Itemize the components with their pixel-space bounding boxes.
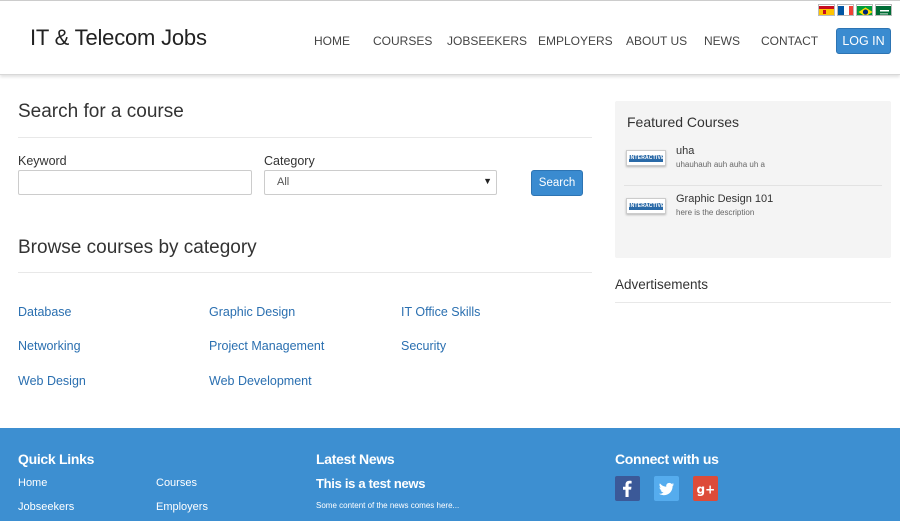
svg-text:g+: g+ bbox=[697, 483, 716, 497]
category-select-value: All bbox=[277, 176, 290, 188]
advertisements-heading: Advertisements bbox=[615, 277, 709, 292]
browse-heading: Browse courses by category bbox=[18, 237, 257, 258]
featured-courses-title: Featured Courses bbox=[627, 114, 740, 130]
chevron-down-icon: ▼ bbox=[483, 176, 492, 186]
footer-link-courses[interactable]: Courses bbox=[156, 477, 197, 489]
browse-divider bbox=[18, 272, 592, 273]
login-button[interactable]: LOG IN bbox=[836, 28, 891, 54]
category-link-database[interactable]: Database bbox=[18, 305, 72, 319]
course-name[interactable]: uha bbox=[676, 145, 694, 157]
course-description: uhauhauh auh auha uh a bbox=[676, 160, 765, 169]
brazil-flag-icon[interactable] bbox=[856, 4, 873, 16]
site-header: IT & Telecom Jobs HOME COURSES JOBSEEKER… bbox=[0, 0, 900, 75]
facebook-icon[interactable] bbox=[615, 476, 640, 501]
footer-link-home[interactable]: Home bbox=[18, 477, 47, 489]
nav-courses[interactable]: COURSES bbox=[373, 34, 432, 48]
category-select[interactable]: All ▼ bbox=[264, 170, 497, 195]
category-link-graphic-design[interactable]: Graphic Design bbox=[209, 305, 295, 319]
category-link-web-design[interactable]: Web Design bbox=[18, 374, 86, 388]
search-heading: Search for a course bbox=[18, 101, 184, 122]
main-nav: HOME COURSES JOBSEEKERS EMPLOYERS ABOUT … bbox=[0, 34, 900, 50]
category-label: Category bbox=[264, 154, 315, 168]
google-plus-icon[interactable]: g+ bbox=[693, 476, 718, 501]
category-link-project-management[interactable]: Project Management bbox=[209, 339, 324, 353]
site-footer: Quick Links Home Courses Jobseekers Empl… bbox=[0, 428, 900, 521]
category-link-networking[interactable]: Networking bbox=[18, 339, 81, 353]
news-item-body: Some content of the news comes here... bbox=[316, 501, 460, 510]
nav-about-us[interactable]: ABOUT US bbox=[626, 34, 687, 48]
nav-contact[interactable]: CONTACT bbox=[761, 34, 818, 48]
quick-links-heading: Quick Links bbox=[18, 451, 95, 467]
course-name[interactable]: Graphic Design 101 bbox=[676, 193, 773, 205]
keyword-input[interactable] bbox=[18, 170, 252, 195]
twitter-icon[interactable] bbox=[654, 476, 679, 501]
course-thumbnail[interactable]: INTERACTIVE bbox=[626, 198, 666, 214]
nav-home[interactable]: HOME bbox=[314, 34, 350, 48]
saudi-arabia-flag-icon[interactable] bbox=[875, 4, 892, 16]
france-flag-icon[interactable] bbox=[837, 4, 854, 16]
footer-link-employers[interactable]: Employers bbox=[156, 501, 208, 513]
connect-heading: Connect with us bbox=[615, 451, 719, 467]
featured-divider bbox=[624, 185, 882, 186]
category-link-it-office-skills[interactable]: IT Office Skills bbox=[401, 305, 480, 319]
search-button[interactable]: Search bbox=[531, 170, 583, 196]
featured-courses-panel: Featured Courses INTERACTIVE uha uhauhau… bbox=[615, 101, 891, 258]
category-link-security[interactable]: Security bbox=[401, 339, 446, 353]
spain-flag-icon[interactable] bbox=[818, 4, 835, 16]
footer-link-jobseekers[interactable]: Jobseekers bbox=[18, 501, 74, 513]
search-divider bbox=[18, 137, 592, 138]
nav-news[interactable]: NEWS bbox=[704, 34, 740, 48]
course-description: here is the description bbox=[676, 208, 755, 217]
category-link-web-development[interactable]: Web Development bbox=[209, 374, 312, 388]
nav-jobseekers[interactable]: JOBSEEKERS bbox=[447, 34, 527, 48]
keyword-label: Keyword bbox=[18, 154, 67, 168]
nav-employers[interactable]: EMPLOYERS bbox=[538, 34, 613, 48]
advertisements-divider bbox=[615, 302, 891, 303]
course-thumbnail[interactable]: INTERACTIVE bbox=[626, 150, 666, 166]
language-flags bbox=[818, 4, 892, 16]
news-item-title[interactable]: This is a test news bbox=[316, 476, 425, 491]
latest-news-heading: Latest News bbox=[316, 451, 395, 467]
